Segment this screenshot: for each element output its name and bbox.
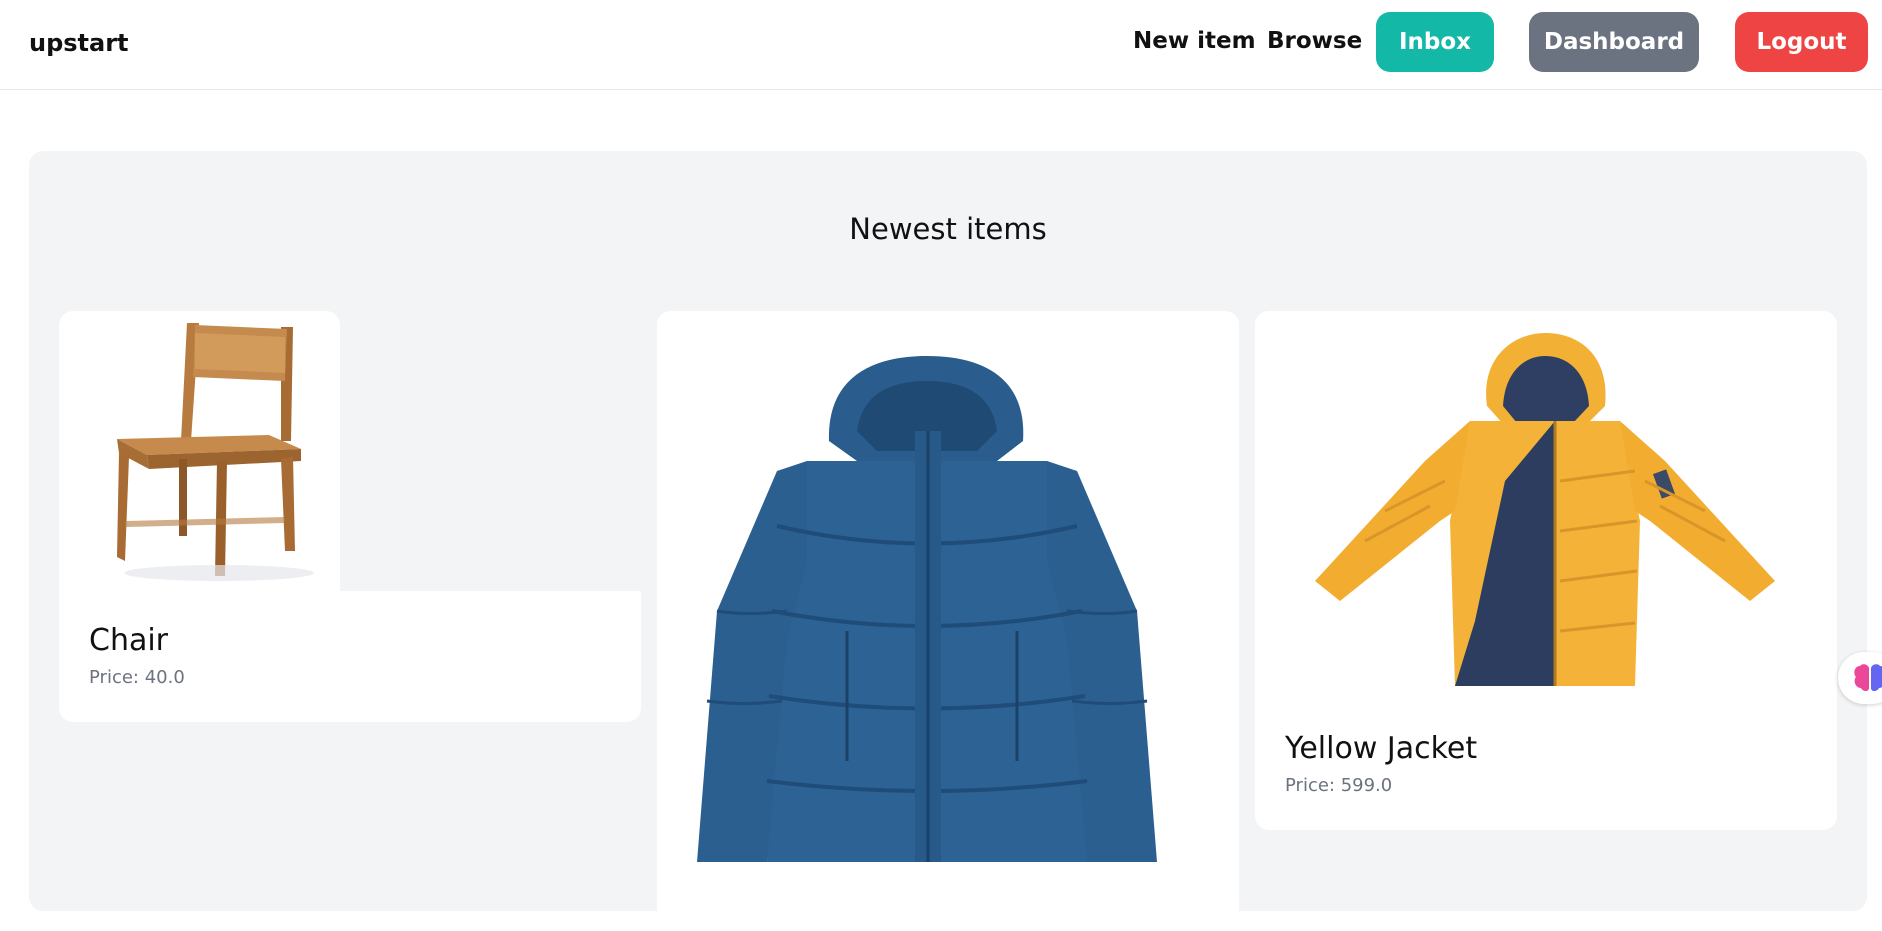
item-price: Price: 599.0 — [1285, 775, 1393, 796]
blue-jacket-image[interactable] — [657, 311, 1239, 862]
brand-logo[interactable]: upstart — [29, 29, 129, 57]
item-title: Yellow Jacket — [1285, 731, 1478, 766]
chair-image[interactable] — [59, 311, 340, 591]
browse-link[interactable]: Browse — [1267, 28, 1362, 54]
assistant-widget[interactable] — [1838, 652, 1882, 704]
top-navbar: upstart New item Browse Inbox Dashboard … — [0, 0, 1882, 90]
item-card-blue-jacket[interactable] — [657, 311, 1239, 931]
inbox-button[interactable]: Inbox — [1376, 12, 1494, 72]
item-card-yellow-jacket[interactable]: Yellow Jacket Price: 599.0 — [1255, 311, 1837, 830]
section-title: Newest items — [849, 212, 1047, 246]
logout-button[interactable]: Logout — [1735, 12, 1868, 72]
item-price: Price: 40.0 — [89, 667, 185, 688]
dashboard-button[interactable]: Dashboard — [1529, 12, 1699, 72]
new-item-link[interactable]: New item — [1133, 28, 1256, 54]
item-card-chair[interactable]: Chair Price: 40.0 — [59, 311, 641, 722]
item-title: Chair — [89, 623, 169, 658]
yellow-jacket-image[interactable] — [1255, 311, 1837, 701]
newest-items-section: Newest items Chair Price: 40.0 Yellow Ja… — [29, 151, 1867, 931]
